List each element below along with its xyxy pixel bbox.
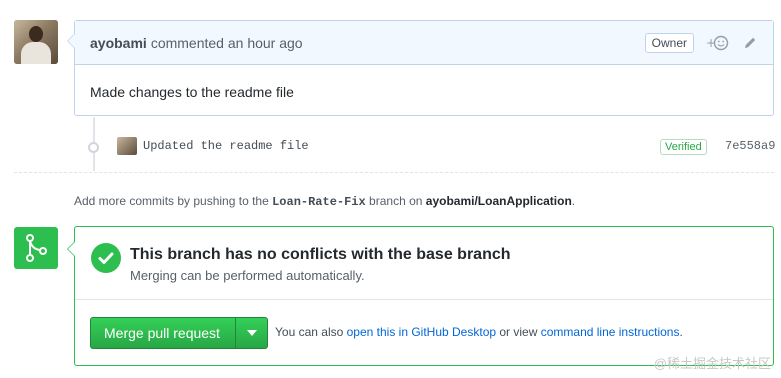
merge-status-title: This branch has no conflicts with the ba…: [130, 246, 511, 263]
repo-name: ayobami/LoanApplication: [425, 194, 572, 208]
merge-status-subtitle: Merging can be performed automatically.: [130, 268, 365, 283]
comment-header: ayobami commented an hour ago Owner +: [75, 21, 773, 65]
merge-hint: You can also open this in GitHub Desktop…: [275, 325, 683, 339]
comment-timestamp[interactable]: an hour ago: [228, 35, 303, 51]
branch-name: Loan-Rate-Fix: [272, 195, 366, 209]
check-icon: [91, 243, 121, 273]
commit-sha-link[interactable]: 7e558a9: [725, 139, 775, 153]
open-in-desktop-link[interactable]: open this in GitHub Desktop: [347, 325, 496, 339]
commit-author-avatar[interactable]: [117, 137, 137, 155]
smiley-plus-icon[interactable]: +: [706, 33, 730, 53]
merge-panel: This branch has no conflicts with the ba…: [67, 226, 774, 366]
watermark: @稀土掘金技术社区: [654, 353, 771, 372]
pencil-icon[interactable]: [742, 35, 758, 51]
merge-pull-request-button[interactable]: Merge pull request: [90, 317, 268, 349]
comment-author-avatar[interactable]: [14, 20, 58, 64]
comment-action: commented: [150, 34, 224, 51]
commit-message-link[interactable]: Updated the readme file: [143, 139, 309, 153]
comment-body: Made changes to the readme file: [90, 84, 294, 100]
merge-hint-suffix: .: [679, 325, 683, 339]
git-commit-icon: [88, 142, 99, 153]
push-note-middle: branch on: [365, 194, 426, 208]
verified-badge[interactable]: Verified: [660, 139, 707, 155]
push-note: Add more commits by pushing to the Loan-…: [74, 194, 575, 209]
merge-divider: [75, 299, 773, 300]
merge-button-label[interactable]: Merge pull request: [91, 318, 235, 348]
watermark-text: @稀土掘金技术社区: [653, 356, 771, 371]
comment-author-link[interactable]: ayobami: [90, 35, 147, 51]
timeline-divider: [14, 172, 774, 173]
chevron-down-icon[interactable]: [235, 318, 267, 348]
owner-badge: Owner: [644, 32, 694, 53]
push-note-prefix: Add more commits by pushing to the: [74, 194, 273, 208]
push-note-suffix: .: [571, 194, 576, 208]
merge-hint-prefix: You can also: [275, 325, 347, 339]
command-line-instructions-link[interactable]: command line instructions: [541, 325, 680, 339]
git-merge-icon: [14, 227, 58, 269]
merge-hint-middle: or view: [496, 325, 541, 339]
comment-box: ayobami commented an hour ago Owner + Ma…: [67, 20, 774, 116]
